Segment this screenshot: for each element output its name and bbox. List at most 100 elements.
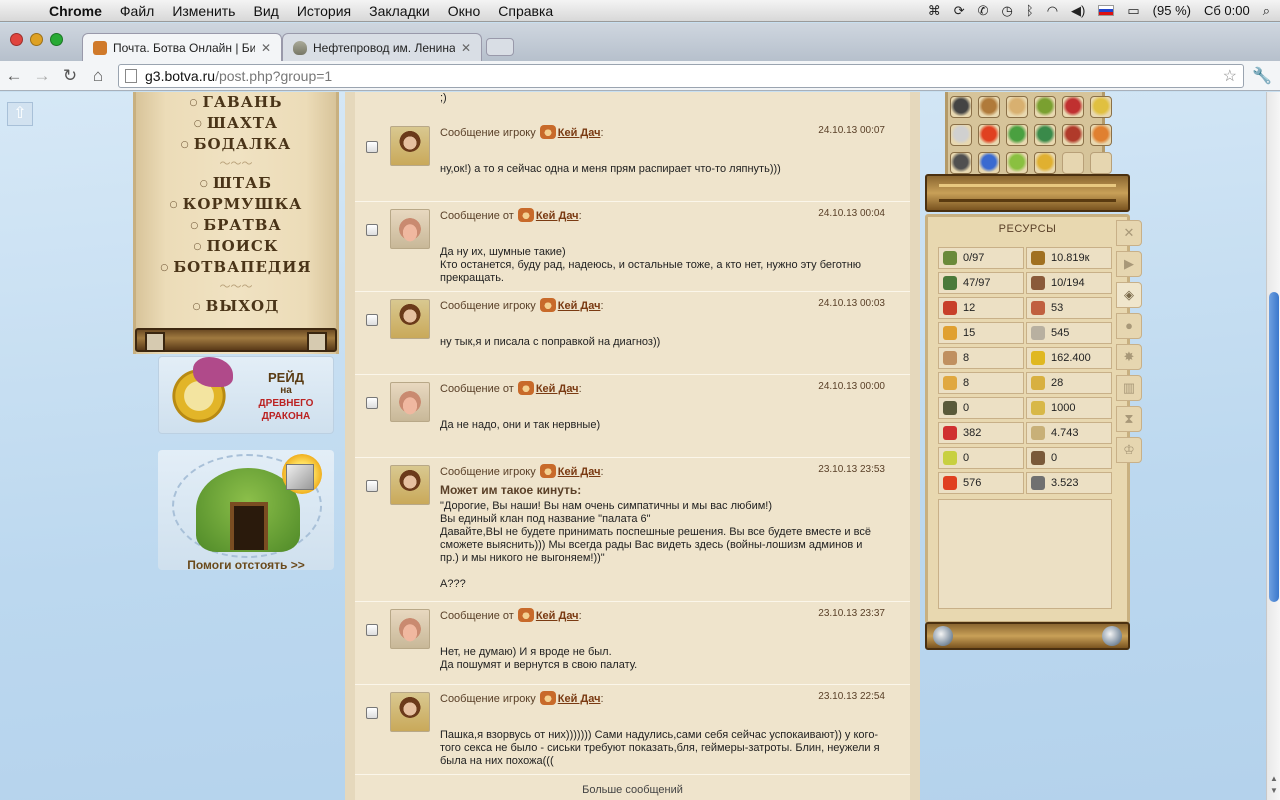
inventory-slot[interactable] bbox=[1034, 152, 1056, 174]
rss-icon[interactable]: ✆ bbox=[978, 3, 989, 19]
tab-close-icon[interactable]: ✕ bbox=[261, 41, 271, 55]
close-window-button[interactable] bbox=[10, 33, 23, 46]
scroll-up-arrow-icon[interactable]: ▲ bbox=[1269, 774, 1279, 784]
address-bar[interactable]: g3.botva.ru/post.php?group=1 ☆ bbox=[118, 63, 1244, 88]
resource-cell[interactable]: 8 bbox=[938, 347, 1024, 369]
avatar[interactable] bbox=[390, 299, 430, 339]
tab-close-icon[interactable]: ✕ bbox=[461, 41, 471, 55]
dragon-raid-banner[interactable]: РЕЙД на ДРЕВНЕГО ДРАКОНА bbox=[158, 356, 334, 434]
wifi-icon[interactable]: ◠ bbox=[1047, 3, 1058, 19]
inventory-slot[interactable] bbox=[1034, 124, 1056, 146]
avatar[interactable] bbox=[390, 209, 430, 249]
sync-icon[interactable]: ⟳ bbox=[954, 3, 965, 19]
input-flag-icon[interactable] bbox=[1098, 5, 1115, 16]
menu-help[interactable]: Справка bbox=[489, 3, 562, 19]
message-checkbox[interactable] bbox=[366, 624, 378, 636]
inventory-slot[interactable] bbox=[1062, 96, 1084, 118]
spotlight-icon[interactable]: ⌕ bbox=[1263, 3, 1270, 19]
resource-cell[interactable]: 15 bbox=[938, 322, 1024, 344]
menu-mine[interactable]: ШАХТА bbox=[136, 113, 336, 134]
inventory-slot[interactable] bbox=[978, 124, 1000, 146]
message-checkbox[interactable] bbox=[366, 707, 378, 719]
resource-cell[interactable]: 4.743 bbox=[1026, 422, 1112, 444]
resource-cell[interactable]: 47/97 bbox=[938, 272, 1024, 294]
resource-cell[interactable]: 0 bbox=[938, 397, 1024, 419]
resource-cell[interactable]: 1000 bbox=[1026, 397, 1112, 419]
inventory-slot[interactable] bbox=[978, 152, 1000, 174]
back-arrow-icon[interactable]: ← bbox=[0, 66, 28, 86]
home-icon[interactable]: ⌂ bbox=[84, 66, 112, 86]
resource-cell[interactable]: 3.523 bbox=[1026, 472, 1112, 494]
menu-history[interactable]: История bbox=[288, 3, 360, 19]
play-tab-icon[interactable]: ▶ bbox=[1116, 251, 1142, 277]
inventory-slot[interactable] bbox=[1090, 152, 1112, 174]
message-checkbox[interactable] bbox=[366, 314, 378, 326]
menu-app-name[interactable]: Chrome bbox=[40, 3, 111, 19]
box-tab-icon[interactable]: ◈ bbox=[1116, 282, 1142, 308]
resource-cell[interactable]: 576 bbox=[938, 472, 1024, 494]
menu-fight[interactable]: БОДАЛКА bbox=[136, 134, 336, 155]
resource-cell[interactable]: 0 bbox=[1026, 447, 1112, 469]
menu-harbour[interactable]: ГАВАНЬ bbox=[136, 92, 336, 113]
inventory-slot[interactable] bbox=[1006, 124, 1028, 146]
player-nick-link[interactable]: Кей Дач bbox=[558, 693, 601, 705]
reload-icon[interactable]: ↻ bbox=[56, 66, 84, 86]
menu-search[interactable]: ПОИСК bbox=[136, 236, 336, 257]
wrench-menu-icon[interactable]: 🔧 bbox=[1252, 66, 1272, 86]
forward-arrow-icon[interactable]: → bbox=[28, 66, 56, 86]
menu-wiki[interactable]: БОТВАПЕДИЯ bbox=[136, 257, 336, 278]
inventory-slot[interactable] bbox=[950, 124, 972, 146]
resource-cell[interactable]: 545 bbox=[1026, 322, 1112, 344]
inventory-slot[interactable] bbox=[1034, 96, 1056, 118]
minimize-window-button[interactable] bbox=[30, 33, 43, 46]
menu-edit[interactable]: Изменить bbox=[163, 3, 244, 19]
volume-icon[interactable]: ◀) bbox=[1071, 3, 1085, 19]
more-messages-link[interactable]: Больше сообщений bbox=[355, 784, 910, 796]
zoom-window-button[interactable] bbox=[50, 33, 63, 46]
resource-cell[interactable]: 0 bbox=[938, 447, 1024, 469]
bookmark-star-icon[interactable]: ☆ bbox=[1223, 66, 1237, 86]
player-nick-link[interactable]: Кей Дач bbox=[536, 210, 579, 222]
resource-cell[interactable]: 12 bbox=[938, 297, 1024, 319]
tools-tab-icon[interactable]: ✕ bbox=[1116, 220, 1142, 246]
inventory-slot[interactable] bbox=[950, 96, 972, 118]
resource-cell[interactable]: 10/194 bbox=[1026, 272, 1112, 294]
player-nick-link[interactable]: Кей Дач bbox=[536, 383, 579, 395]
star-tab-icon[interactable]: ✸ bbox=[1116, 344, 1142, 370]
inventory-slot[interactable] bbox=[1062, 124, 1084, 146]
menu-logout[interactable]: ВЫХОД bbox=[136, 296, 336, 317]
mine-defense-banner[interactable]: Помоги отстоять >> bbox=[158, 450, 334, 572]
inventory-slot[interactable] bbox=[1006, 96, 1028, 118]
message-checkbox[interactable] bbox=[366, 141, 378, 153]
clock[interactable]: Сб 0:00 bbox=[1204, 3, 1250, 18]
avatar[interactable] bbox=[390, 465, 430, 505]
menu-hq[interactable]: ШТАБ bbox=[136, 173, 336, 194]
message-checkbox[interactable] bbox=[366, 480, 378, 492]
avatar[interactable] bbox=[390, 126, 430, 166]
resource-cell[interactable]: 28 bbox=[1026, 372, 1112, 394]
inventory-slot[interactable] bbox=[978, 96, 1000, 118]
player-nick-link[interactable]: Кей Дач bbox=[558, 127, 601, 139]
avatar[interactable] bbox=[390, 609, 430, 649]
new-tab-button[interactable] bbox=[486, 38, 514, 56]
tab-pipeline[interactable]: Нефтепровод им. Ленина ✕ bbox=[282, 33, 482, 61]
avatar[interactable] bbox=[390, 382, 430, 422]
inventory-slot[interactable] bbox=[1006, 152, 1028, 174]
resource-cell[interactable]: 10.819к bbox=[1026, 247, 1112, 269]
player-nick-link[interactable]: Кей Дач bbox=[558, 300, 601, 312]
resource-cell[interactable]: 382 bbox=[938, 422, 1024, 444]
inventory-slot[interactable] bbox=[1090, 124, 1112, 146]
player-nick-link[interactable]: Кей Дач bbox=[558, 466, 601, 478]
bluetooth-icon[interactable]: ᛒ bbox=[1026, 3, 1034, 18]
scrollbar-thumb[interactable] bbox=[1269, 292, 1279, 602]
egg-tab-icon[interactable]: ● bbox=[1116, 313, 1142, 339]
resource-cell[interactable]: 8 bbox=[938, 372, 1024, 394]
crown-tab-icon[interactable]: ♔ bbox=[1116, 437, 1142, 463]
menu-feeder[interactable]: КОРМУШКА bbox=[136, 194, 336, 215]
tab-mail[interactable]: Почта. Ботва Онлайн | Битва ✕ bbox=[82, 33, 282, 61]
menu-bookmarks[interactable]: Закладки bbox=[360, 3, 439, 19]
player-nick-link[interactable]: Кей Дач bbox=[536, 610, 579, 622]
page-scrollbar[interactable]: ▲ ▼ bbox=[1266, 92, 1280, 800]
inventory-slot[interactable] bbox=[950, 152, 972, 174]
hourglass-tab-icon[interactable]: ⧗ bbox=[1116, 406, 1142, 432]
